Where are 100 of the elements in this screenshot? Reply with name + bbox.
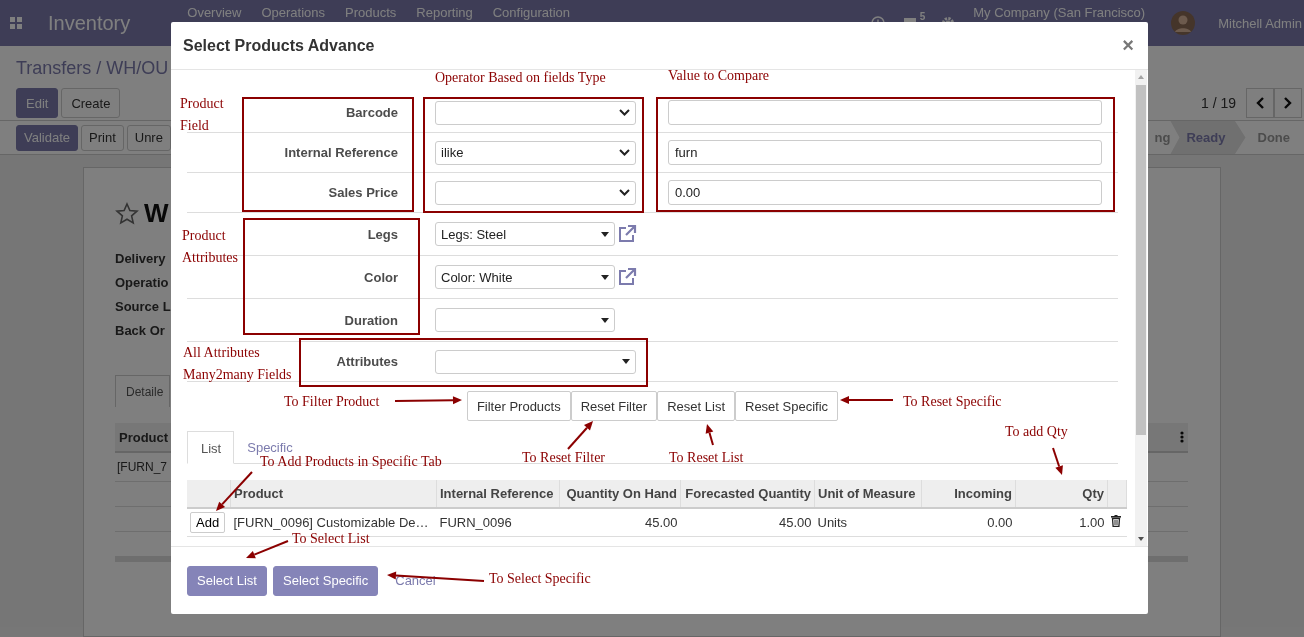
menu-item[interactable]: Reporting — [416, 6, 473, 20]
annotation-text: To Reset List — [669, 450, 744, 466]
field-label: Attributes — [336, 354, 398, 369]
column-header: Product — [119, 429, 169, 445]
create-button[interactable]: Create — [61, 88, 121, 118]
select-specific-button[interactable]: Select Specific — [273, 565, 379, 596]
operator-select[interactable] — [435, 180, 636, 205]
annotation-text: To Reset Specific — [903, 394, 1002, 410]
table-cell: 45.00 — [559, 508, 681, 537]
previous-button[interactable] — [1246, 88, 1274, 118]
user-avatar[interactable] — [1171, 11, 1196, 35]
field-label: Legs — [367, 226, 398, 242]
value-input[interactable] — [668, 100, 1102, 125]
field-label: Barcode — [345, 105, 398, 120]
field-label: Back Or — [115, 323, 165, 340]
company-switcher[interactable]: My Company (San Francisco) — [973, 6, 1146, 20]
field-label: Source L — [115, 299, 171, 316]
attribute-dropdown[interactable] — [435, 308, 615, 332]
tab[interactable]: List — [187, 431, 235, 464]
field-label: Duration — [344, 312, 398, 328]
chevron-left-icon — [1255, 97, 1265, 109]
column-header[interactable]: Unit of Measure — [814, 480, 922, 508]
user-name[interactable]: Mitchell Admin — [1218, 15, 1302, 31]
annotation-text: Operator Based on fields Type — [435, 70, 606, 86]
annotation-text: All Attributes Many2many Fields — [183, 344, 293, 384]
field-label: Delivery — [115, 251, 166, 268]
attribute-dropdown[interactable]: Legs: Steel — [435, 222, 615, 246]
annotation-text: To Filter Product — [284, 394, 380, 410]
external-link-icon[interactable] — [617, 267, 637, 287]
annotation-text: Value to Compare — [668, 68, 770, 84]
menu-item[interactable]: Configuration — [492, 6, 571, 20]
validate-button[interactable]: Validate — [16, 124, 78, 151]
annotation-text: To Select Specific — [489, 571, 591, 587]
column-header[interactable]: Quantity On Hand — [559, 480, 681, 508]
attribute-dropdown[interactable]: Color: White — [435, 265, 615, 289]
reset-specific-button[interactable]: Reset Specific — [735, 391, 839, 421]
kebab-icon[interactable] — [1180, 431, 1184, 443]
select-list-button[interactable]: Select List — [187, 565, 267, 596]
action-button[interactable]: Unre — [126, 124, 171, 151]
add-button[interactable]: Add — [190, 512, 226, 533]
table-cell: 45.00 — [680, 508, 815, 537]
value-input[interactable]: 0.00 — [668, 180, 1102, 205]
pager-value: 1 / 19 — [1200, 95, 1236, 111]
notebook-tab[interactable]: Detaile — [115, 375, 170, 407]
tab[interactable]: Specific — [234, 440, 305, 455]
star-icon[interactable] — [115, 201, 139, 226]
operator-select[interactable]: ilike — [435, 140, 636, 165]
arrow — [567, 421, 593, 450]
arrow — [394, 396, 462, 405]
column-header[interactable]: Incoming — [921, 480, 1016, 508]
reset-list-button[interactable]: Reset List — [657, 391, 735, 421]
record-title: W — [144, 198, 169, 229]
table-cell: 0.00 — [921, 508, 1016, 537]
arrow — [705, 424, 714, 446]
column-header[interactable]: Product — [230, 480, 437, 508]
apps-menu-icon[interactable] — [10, 17, 22, 29]
menu-item[interactable]: Products — [345, 6, 397, 20]
table-cell: 1.00 — [1015, 508, 1108, 537]
operator-select[interactable] — [435, 100, 636, 125]
tags-dropdown[interactable] — [435, 349, 636, 374]
chevron-right-icon — [1283, 97, 1293, 109]
caret-icon — [622, 359, 630, 364]
edit-button[interactable]: Edit — [16, 88, 59, 118]
field-label: Operatio — [115, 275, 169, 292]
external-link-icon[interactable] — [617, 224, 637, 244]
field-label: Internal Reference — [284, 145, 398, 160]
notification-count: 5 — [919, 10, 926, 22]
close-button[interactable]: × — [1120, 34, 1136, 57]
annotation-text: To Reset Filter — [522, 450, 605, 466]
arrow — [840, 396, 894, 404]
field-label: Sales Price — [328, 185, 398, 200]
print-button[interactable]: Print — [81, 124, 124, 151]
annotation-text: Product Field — [180, 95, 225, 135]
annotation-text: To add Qty — [1005, 424, 1068, 440]
column-header[interactable]: Forecasted Quantity — [680, 480, 815, 508]
scrollbar[interactable] — [1135, 70, 1147, 546]
arrow — [246, 540, 289, 559]
trash-icon[interactable] — [1110, 515, 1121, 527]
chevron-down-icon — [619, 109, 630, 116]
field-label: Color — [364, 269, 398, 285]
table-cell: Units — [814, 508, 922, 537]
table-cell: FURN_0096 — [436, 508, 560, 537]
app-title[interactable]: Inventory — [48, 11, 131, 35]
arrow — [1052, 447, 1063, 475]
reset-filter-button[interactable]: Reset Filter — [570, 391, 658, 421]
caret-icon — [601, 317, 609, 323]
filter-products-button[interactable]: Filter Products — [466, 391, 571, 421]
value-input[interactable]: furn — [668, 140, 1102, 165]
chevron-down-icon — [619, 149, 630, 156]
menu-item[interactable]: Operations — [261, 6, 326, 20]
next-button[interactable] — [1274, 88, 1302, 118]
column-header[interactable]: Internal Reference — [436, 480, 560, 508]
caret-icon — [601, 274, 609, 280]
annotation-text: Product Attributes — [182, 227, 239, 267]
menu-item[interactable]: Overview — [187, 6, 242, 20]
chevron-down-icon — [619, 189, 630, 196]
annotation-text: To Add Products in Specific Tab — [260, 454, 442, 470]
caret-icon — [601, 231, 609, 237]
dialog-title: Select Products Advance — [183, 36, 375, 55]
column-header[interactable]: Qty — [1015, 480, 1108, 508]
